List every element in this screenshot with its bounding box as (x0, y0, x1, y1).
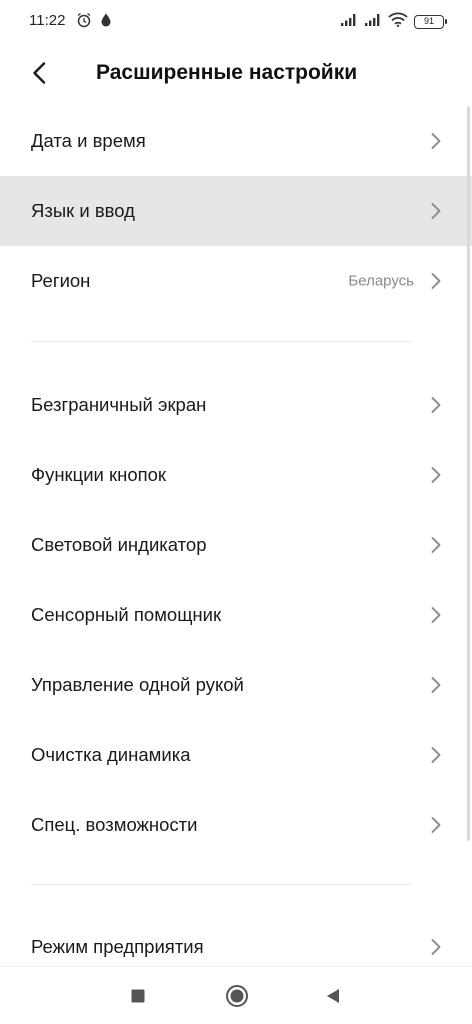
page-title: Расширенные настройки (96, 61, 358, 84)
chevron-right-icon (431, 133, 441, 149)
row-fullscreen-display[interactable]: Безграничный экран (0, 370, 472, 440)
wifi-icon (388, 12, 408, 32)
row-label: Регион (31, 270, 91, 291)
section-divider (31, 884, 412, 885)
chevron-right-icon (431, 677, 441, 693)
scrollbar[interactable] (467, 106, 470, 841)
chevron-right-icon (431, 537, 441, 553)
back-button[interactable] (22, 56, 56, 90)
chevron-right-icon (431, 607, 441, 623)
chevron-right-icon (431, 467, 441, 483)
row-label: Световой индикатор (31, 534, 207, 555)
row-value: Беларусь (348, 272, 414, 290)
square-icon (131, 989, 145, 1003)
row-label: Очистка динамика (31, 744, 191, 765)
section-divider (31, 341, 412, 342)
navigation-bar (0, 966, 472, 1024)
row-label: Режим предприятия (31, 936, 204, 957)
alarm-icon (76, 12, 92, 33)
row-one-handed-mode[interactable]: Управление одной рукой (0, 650, 472, 720)
chevron-right-icon (431, 273, 441, 289)
row-button-functions[interactable]: Функции кнопок (0, 440, 472, 510)
row-touch-assistant[interactable]: Сенсорный помощник (0, 580, 472, 650)
row-region[interactable]: Регион Беларусь (0, 246, 472, 316)
circle-icon (226, 985, 248, 1007)
chevron-right-icon (431, 203, 441, 219)
row-date-time[interactable]: Дата и время (0, 106, 472, 176)
back-nav-button[interactable] (320, 983, 346, 1009)
battery-icon: 91 (414, 15, 447, 29)
home-button[interactable] (224, 983, 250, 1009)
triangle-back-icon (327, 989, 339, 1003)
status-bar: 11:22 91 (0, 0, 472, 42)
row-speaker-cleaner[interactable]: Очистка динамика (0, 720, 472, 790)
row-led-indicator[interactable]: Световой индикатор (0, 510, 472, 580)
row-accessibility[interactable]: Спец. возможности (0, 790, 472, 860)
recent-apps-button[interactable] (125, 983, 151, 1009)
chevron-right-icon (431, 397, 441, 413)
row-label: Спец. возможности (31, 814, 198, 835)
row-label: Сенсорный помощник (31, 604, 222, 625)
header: Расширенные настройки (0, 42, 472, 106)
signal-icon (340, 13, 358, 32)
row-label: Язык и ввод (31, 200, 135, 221)
row-language-input[interactable]: Язык и ввод (0, 176, 472, 246)
row-label: Безграничный экран (31, 394, 207, 415)
row-label: Управление одной рукой (31, 674, 244, 695)
chevron-right-icon (431, 817, 441, 833)
back-arrow-icon (33, 62, 46, 84)
row-label: Дата и время (31, 130, 146, 151)
signal-icon (364, 13, 382, 32)
drop-icon (100, 12, 112, 33)
chevron-right-icon (431, 939, 441, 955)
row-label: Функции кнопок (31, 464, 167, 485)
chevron-right-icon (431, 747, 441, 763)
status-time: 11:22 (29, 12, 66, 29)
